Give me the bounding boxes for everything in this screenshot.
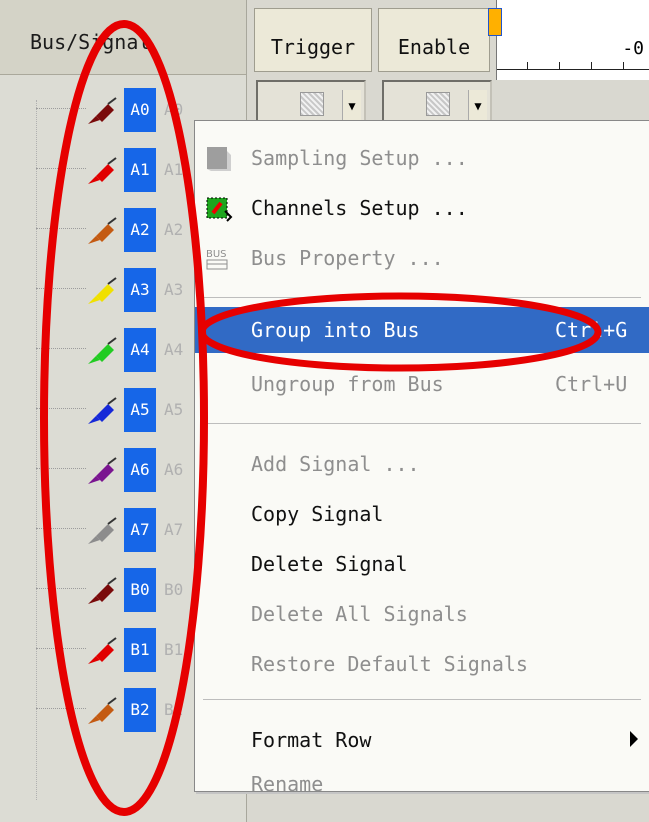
signal-column-highlight-ellipse (40, 20, 208, 816)
logic-analyzer-window: Bus/Signal A0 A0 A1 A1 A2 A2 A3 A3 A4 A4 A5 A5 A6 A6 A… (0, 0, 649, 822)
group-into-bus-highlight-ellipse (198, 292, 602, 372)
annotation-overlay (40, 20, 602, 816)
